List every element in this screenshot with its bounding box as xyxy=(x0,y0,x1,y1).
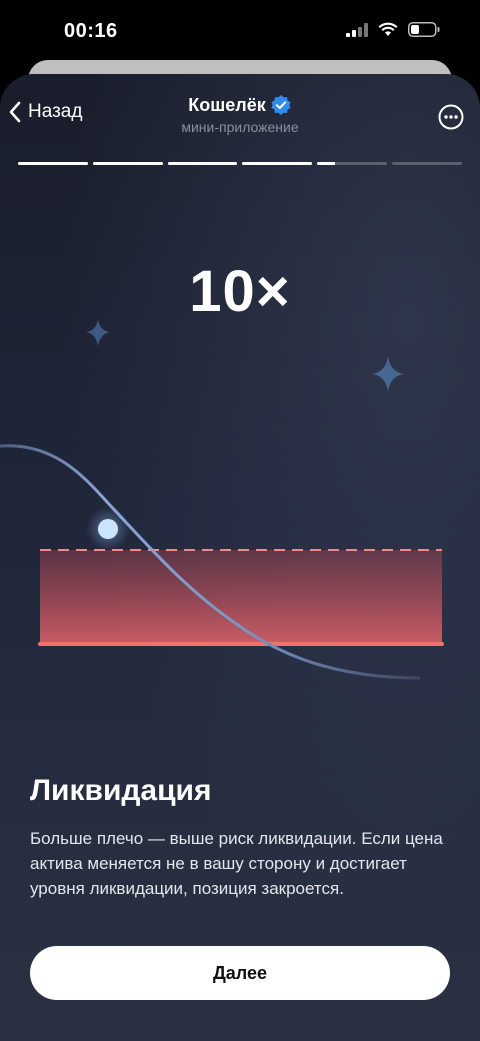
header: Назад Кошелёк мини-приложение xyxy=(0,74,480,154)
progress-segment xyxy=(167,162,238,165)
status-icons xyxy=(346,22,440,37)
wifi-icon xyxy=(378,22,398,36)
status-time: 00:16 xyxy=(64,20,118,42)
verified-badge-icon xyxy=(271,95,291,115)
mini-app-sheet: Назад Кошелёк мини-приложение 10× Ликвид… xyxy=(0,74,480,1041)
battery-icon xyxy=(408,22,440,37)
cellular-signal-icon xyxy=(346,22,368,37)
star-icon xyxy=(372,356,404,392)
progress-segment-fill xyxy=(317,162,335,165)
liquidation-zone xyxy=(40,550,442,644)
price-dot xyxy=(98,519,118,539)
app-subtitle: мини-приложение xyxy=(181,119,299,135)
status-bar: 00:16 xyxy=(0,0,480,62)
progress-segment xyxy=(392,162,462,165)
progress-segment-fill xyxy=(167,162,238,165)
body-text: Больше плечо — выше риск ликвидации. Есл… xyxy=(30,829,443,898)
progress-segment-fill xyxy=(92,162,163,165)
headline: Ликвидация xyxy=(30,774,212,807)
progress-segment xyxy=(317,162,388,165)
title-block: Кошелёк мини-приложение xyxy=(0,94,480,136)
next-button[interactable]: Далее xyxy=(30,946,450,1000)
app-title: Кошелёк xyxy=(188,94,266,115)
leverage-multiplier: 10× xyxy=(189,259,291,324)
progress-segment-fill xyxy=(18,162,88,165)
progress-segment-fill xyxy=(242,162,313,165)
progress-segment xyxy=(18,162,88,165)
content: Ликвидация Больше плечо — выше риск ликв… xyxy=(30,774,450,901)
story-progress xyxy=(18,162,462,165)
progress-segment xyxy=(92,162,163,165)
more-options-icon[interactable] xyxy=(438,104,464,130)
progress-segment xyxy=(242,162,313,165)
